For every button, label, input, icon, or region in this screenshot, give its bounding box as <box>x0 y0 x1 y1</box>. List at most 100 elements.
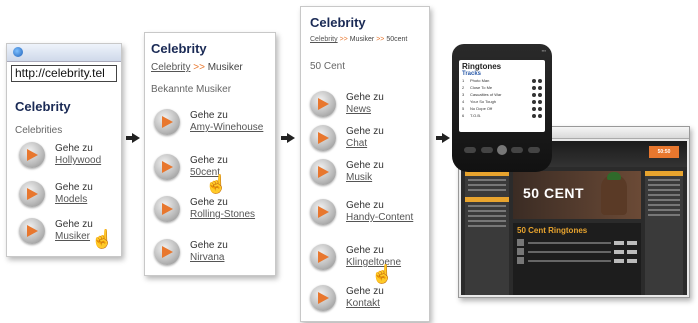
website-left-column <box>465 171 509 295</box>
track-row[interactable]: 3 Casualties of War <box>459 91 545 98</box>
phone-screen: Ringtones Tracks 1 Photo Man 2 Close To Me… <box>459 60 545 132</box>
pointer-hand-icon: ☝ <box>205 174 228 194</box>
list-item[interactable]: Gehe zu Nirvana <box>154 239 228 265</box>
link-hollywood[interactable]: Hollywood <box>55 155 101 167</box>
list-item[interactable]: Gehe zu Kontakt <box>310 285 384 311</box>
arrow-right-icon <box>310 199 336 225</box>
ringtone-list-title: 50 Cent Ringtones <box>517 226 588 235</box>
item-prefix: Gehe zu <box>346 286 384 297</box>
url-field[interactable]: http://celebrity.tel <box>11 65 117 82</box>
link-amy-winehouse[interactable]: Amy-Winehouse <box>190 122 263 134</box>
pointer-hand-icon: ☝ <box>91 229 114 249</box>
breadcrumb-current: 50cent <box>386 36 408 43</box>
link-nirvana[interactable]: Nirvana <box>190 252 228 264</box>
browser-toolbar <box>7 44 121 62</box>
breadcrumb-link-celebrity[interactable]: Celebrity <box>310 36 338 43</box>
arrow-right-icon <box>19 181 45 207</box>
phone-keys <box>462 138 542 162</box>
item-prefix: Gehe zu <box>190 240 228 251</box>
website-right-column <box>645 171 683 295</box>
panel3-title: Celebrity <box>310 15 366 30</box>
list-item[interactable]: Gehe zu Models <box>19 181 93 207</box>
track-row[interactable]: 1 Photo Man <box>459 77 545 84</box>
link-models[interactable]: Models <box>55 194 93 206</box>
arrow-right-icon <box>310 159 336 185</box>
website-logo: 50:50 <box>649 146 679 158</box>
back-key-icon <box>511 147 524 153</box>
breadcrumb-current: Musiker <box>207 62 243 73</box>
breadcrumb-separator: >> <box>193 62 205 73</box>
link-handy-content[interactable]: Handy-Content <box>346 212 413 224</box>
url-text: http://celebrity.tel <box>15 66 105 80</box>
website-hero: 50 CENT <box>513 171 641 219</box>
item-prefix: Gehe zu <box>346 92 384 103</box>
arrow-right-icon <box>154 239 180 265</box>
list-item[interactable]: Gehe zu Chat <box>310 125 384 151</box>
panel-celebrities: http://celebrity.tel Celebrity Celebriti… <box>6 43 122 257</box>
breadcrumb-mid[interactable]: Musiker <box>350 36 375 43</box>
arrow-right-icon <box>19 142 45 168</box>
artist-photo <box>601 172 627 215</box>
arrow-right-icon <box>310 125 336 151</box>
panel2-title: Celebrity <box>151 41 207 56</box>
end-key-icon <box>527 147 540 153</box>
arrow-right-icon <box>154 109 180 135</box>
arrow-right-icon <box>310 244 336 270</box>
list-item[interactable]: Gehe zu Handy-Content <box>310 199 413 225</box>
item-prefix: Gehe zu <box>55 143 93 154</box>
track-row[interactable]: 2 Close To Me <box>459 84 545 91</box>
link-chat[interactable]: Chat <box>346 138 384 150</box>
list-item[interactable]: Gehe zu Rolling-Stones <box>154 196 255 222</box>
link-news[interactable]: News <box>346 104 384 116</box>
hero-title: 50 CENT <box>523 185 585 201</box>
list-item[interactable]: Gehe zu Amy-Winehouse <box>154 109 263 135</box>
browser-logo-icon <box>13 47 23 57</box>
breadcrumb-separator: >> <box>376 36 385 43</box>
panel2-subtitle: Bekannte Musiker <box>151 84 232 95</box>
item-prefix: Gehe zu <box>346 200 384 211</box>
arrow-right-icon <box>310 91 336 117</box>
item-prefix: Gehe zu <box>55 219 93 230</box>
ringtone-list: 50 Cent Ringtones <box>513 223 641 295</box>
phone-title: Ringtones <box>462 62 502 71</box>
track-row[interactable]: 4 Your So Tough <box>459 98 545 105</box>
track-row[interactable]: 6 T.O.B. <box>459 112 545 119</box>
arrow-right-icon <box>310 285 336 311</box>
call-key-icon <box>464 147 477 153</box>
list-item[interactable]: Gehe zu Musik <box>310 159 384 185</box>
item-prefix: Gehe zu <box>55 182 93 193</box>
track-row[interactable]: 5 No Dope Off <box>459 105 545 112</box>
list-item[interactable]: Gehe zu Musiker <box>19 218 93 244</box>
phone-brand-logo: ▪▪▪ <box>541 48 546 53</box>
arrow-right-icon <box>19 218 45 244</box>
arrow-right-icon <box>154 154 180 180</box>
link-kontakt[interactable]: Kontakt <box>346 298 384 310</box>
panel1-subtitle: Celebrities <box>15 125 63 136</box>
flow-arrow-icon <box>126 133 140 143</box>
list-item[interactable]: Gehe zu Hollywood <box>19 142 101 168</box>
link-musik[interactable]: Musik <box>346 172 384 184</box>
item-prefix: Gehe zu <box>190 110 228 121</box>
flow-arrow-icon <box>436 133 450 143</box>
menu-key-icon <box>480 147 493 153</box>
breadcrumb-separator: >> <box>339 36 348 43</box>
item-prefix: Gehe zu <box>346 160 384 171</box>
breadcrumb: Celebrity >> Musiker <box>151 62 243 73</box>
panel-musiker: Celebrity Celebrity >> Musiker Bekannte … <box>144 32 276 276</box>
item-prefix: Gehe zu <box>346 126 384 137</box>
item-prefix: Gehe zu <box>346 245 384 256</box>
flow-arrow-icon <box>281 133 295 143</box>
pointer-hand-icon: ☝ <box>371 264 394 284</box>
link-rolling-stones[interactable]: Rolling-Stones <box>190 209 255 221</box>
item-prefix: Gehe zu <box>190 155 228 166</box>
item-prefix: Gehe zu <box>190 197 228 208</box>
trackball-icon <box>496 145 507 155</box>
blackberry-phone: ▪▪▪ Ringtones Tracks 1 Photo Man 2 Close T… <box>452 44 552 172</box>
link-musiker[interactable]: Musiker <box>55 231 93 243</box>
panel1-title: Celebrity <box>15 99 71 114</box>
panel-50cent: Celebrity Celebrity >> Musiker >> 50cent… <box>300 6 430 322</box>
breadcrumb: Celebrity >> Musiker >> 50cent <box>310 36 407 43</box>
panel3-subtitle: 50 Cent <box>310 61 346 72</box>
list-item[interactable]: Gehe zu News <box>310 91 384 117</box>
breadcrumb-link-celebrity[interactable]: Celebrity <box>151 62 190 73</box>
